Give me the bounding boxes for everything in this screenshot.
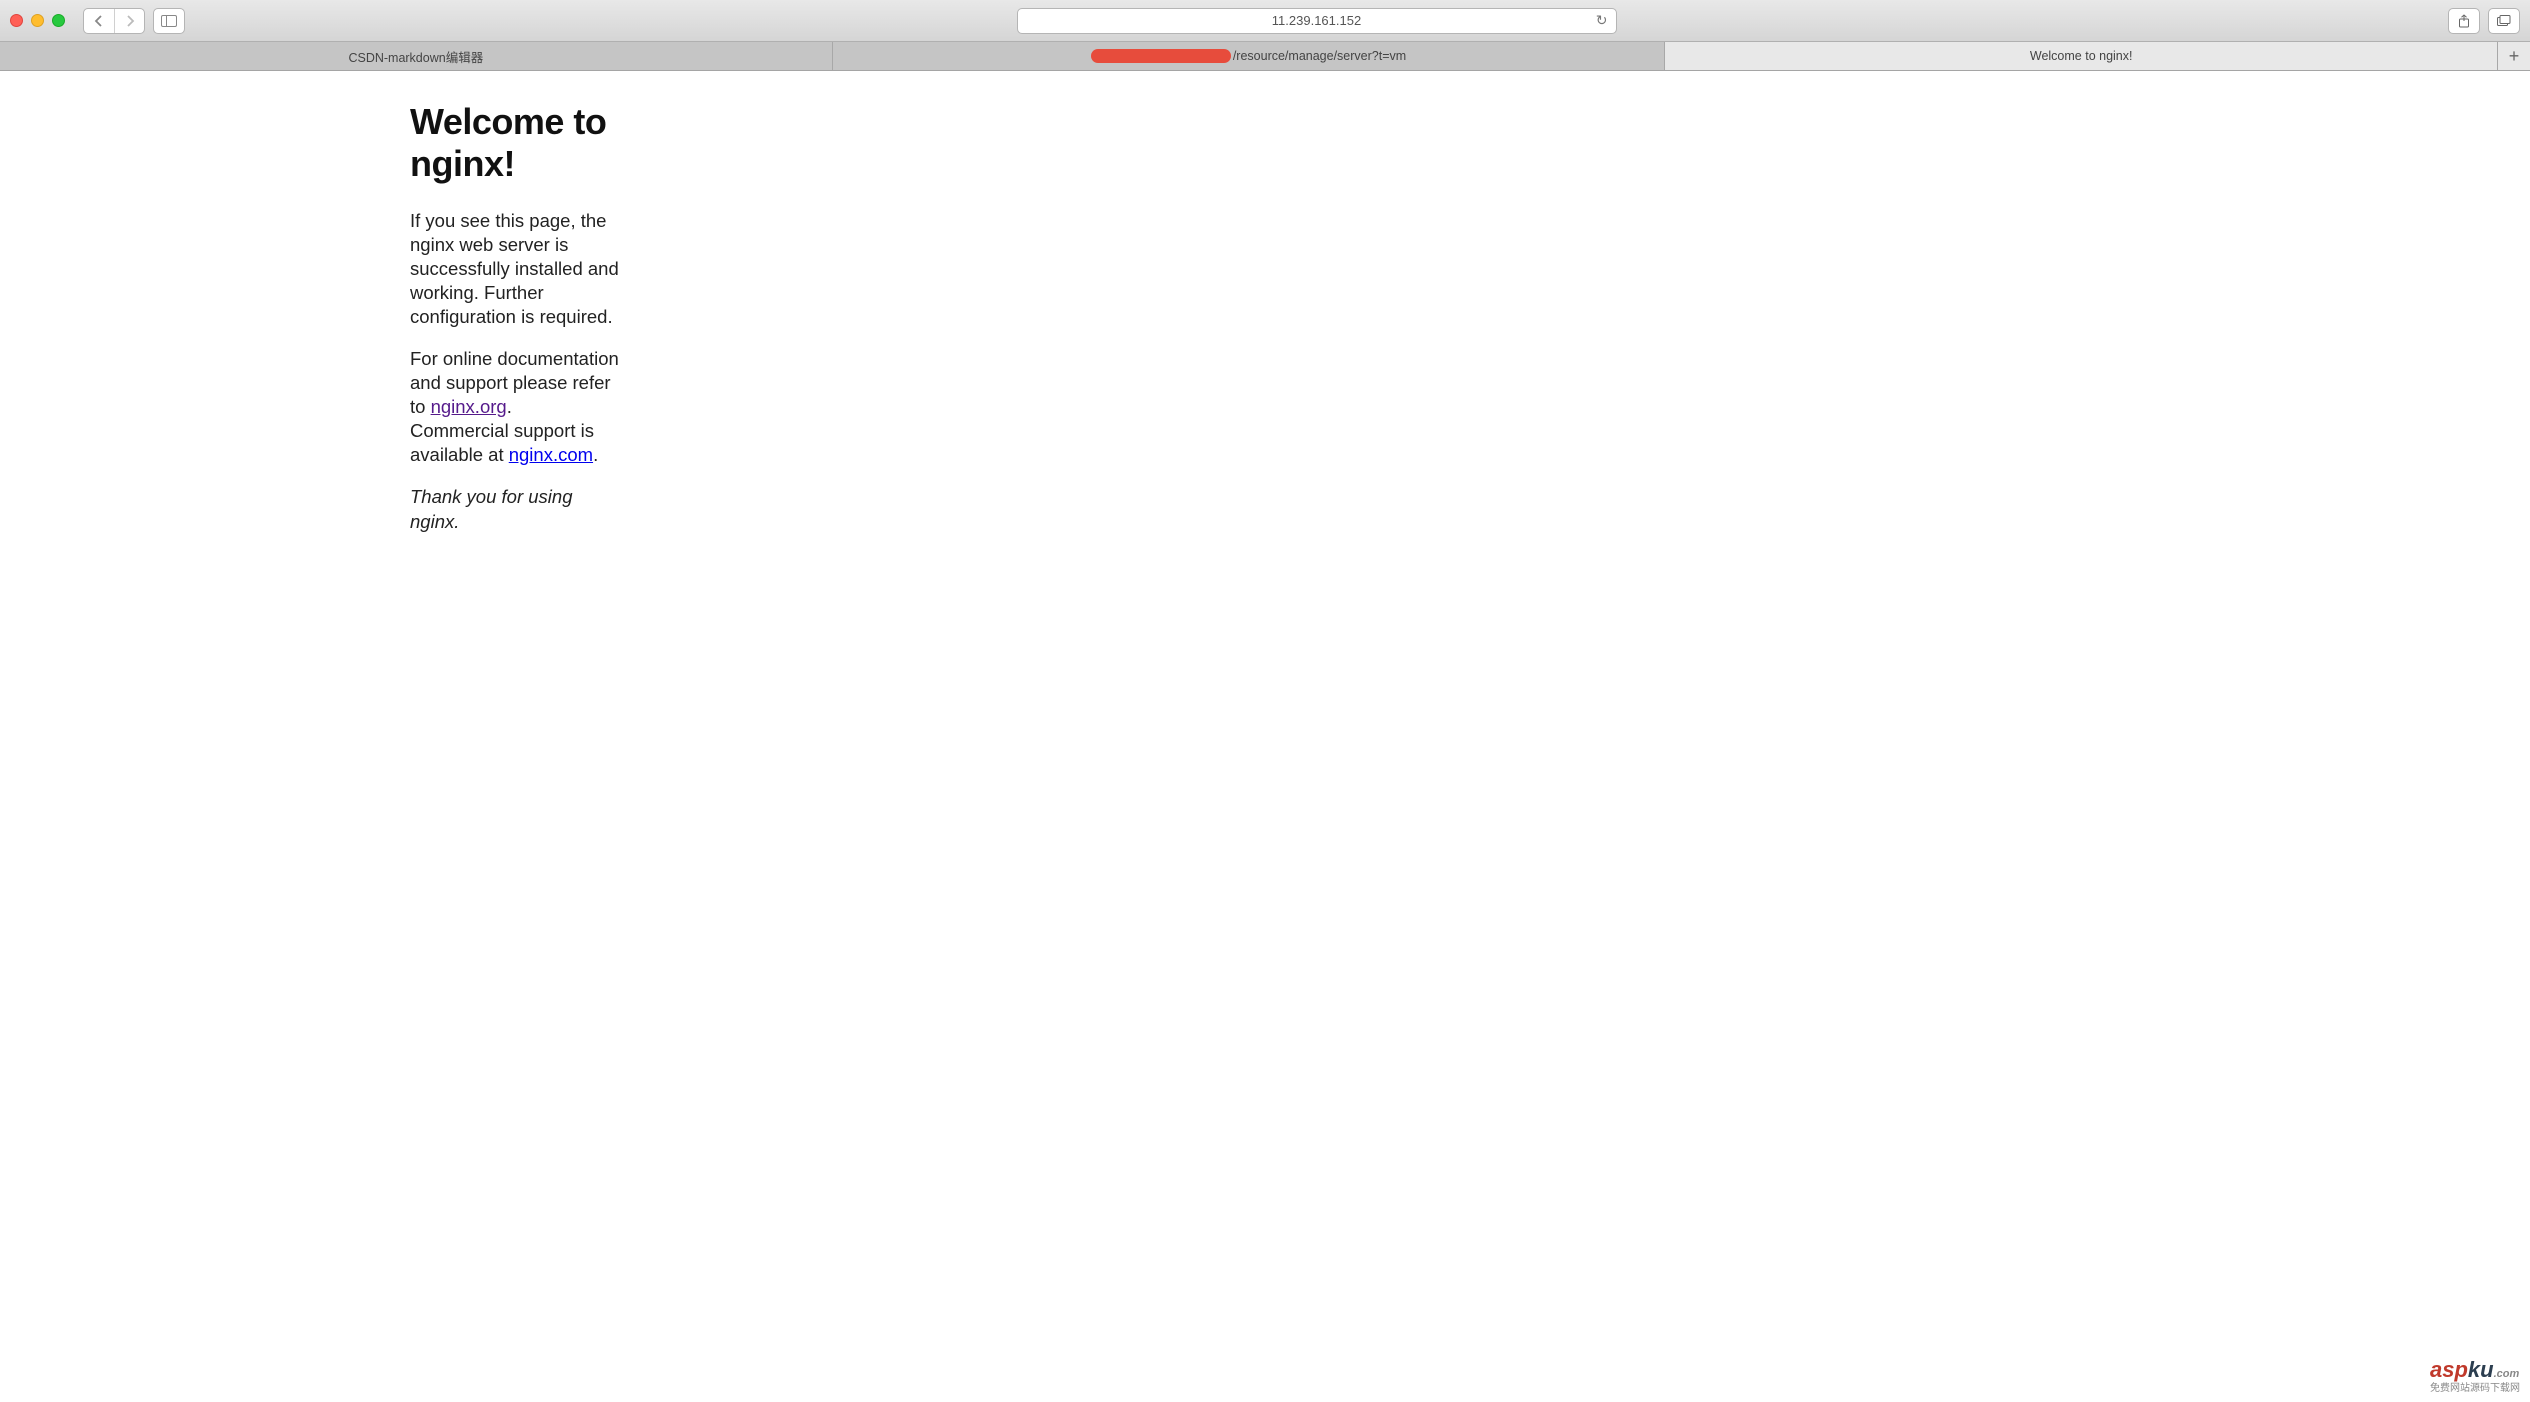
window-controls bbox=[10, 14, 65, 27]
tab-label: /resource/manage/server?t=vm bbox=[1233, 49, 1406, 63]
nginx-org-link[interactable]: nginx.org bbox=[431, 396, 507, 417]
new-tab-button[interactable]: + bbox=[2498, 42, 2530, 70]
watermark-sub: 免费网站源码下载网 bbox=[2430, 1379, 2520, 1394]
minimize-window-button[interactable] bbox=[31, 14, 44, 27]
maximize-window-button[interactable] bbox=[52, 14, 65, 27]
nav-back-forward bbox=[83, 8, 145, 34]
address-text: 11.239.161.152 bbox=[1272, 13, 1361, 28]
sidebar-toggle-button[interactable] bbox=[153, 8, 185, 34]
tab-label: CSDN-markdown编辑器 bbox=[348, 47, 483, 66]
forward-button[interactable] bbox=[114, 9, 144, 33]
tab-csdn[interactable]: CSDN-markdown编辑器 bbox=[0, 42, 833, 70]
docs-paragraph: For online documentation and support ple… bbox=[410, 347, 620, 467]
close-window-button[interactable] bbox=[10, 14, 23, 27]
address-bar[interactable]: 11.239.161.152 ↻ bbox=[1017, 8, 1617, 34]
page-body: Welcome to nginx! If you see this page, … bbox=[0, 71, 620, 534]
redacted-block bbox=[1091, 49, 1231, 63]
browser-toolbar: 11.239.161.152 ↻ bbox=[0, 0, 2530, 42]
watermark: aspku.com 免费网站源码下载网 bbox=[2430, 1357, 2520, 1394]
toolbar-right-buttons bbox=[2448, 8, 2520, 34]
address-bar-container: 11.239.161.152 ↻ bbox=[193, 8, 2440, 34]
thanks-text: Thank you for using nginx. bbox=[410, 486, 572, 531]
tab-resource-manage[interactable]: /resource/manage/server?t=vm bbox=[833, 42, 1666, 70]
commercial-text-post: . bbox=[593, 444, 598, 465]
reload-icon[interactable]: ↻ bbox=[1596, 12, 1608, 29]
share-button[interactable] bbox=[2448, 8, 2480, 34]
back-button[interactable] bbox=[84, 9, 114, 33]
docs-text-post: . bbox=[507, 396, 512, 417]
tab-welcome-nginx[interactable]: Welcome to nginx! bbox=[1665, 42, 2498, 70]
tab-bar: CSDN-markdown编辑器 /resource/manage/server… bbox=[0, 42, 2530, 71]
page-title: Welcome to nginx! bbox=[410, 101, 620, 185]
tab-label: Welcome to nginx! bbox=[2030, 49, 2133, 63]
nginx-com-link[interactable]: nginx.com bbox=[509, 444, 593, 465]
intro-paragraph: If you see this page, the nginx web serv… bbox=[410, 209, 620, 329]
thanks-paragraph: Thank you for using nginx. bbox=[410, 485, 620, 533]
tabs-overview-button[interactable] bbox=[2488, 8, 2520, 34]
